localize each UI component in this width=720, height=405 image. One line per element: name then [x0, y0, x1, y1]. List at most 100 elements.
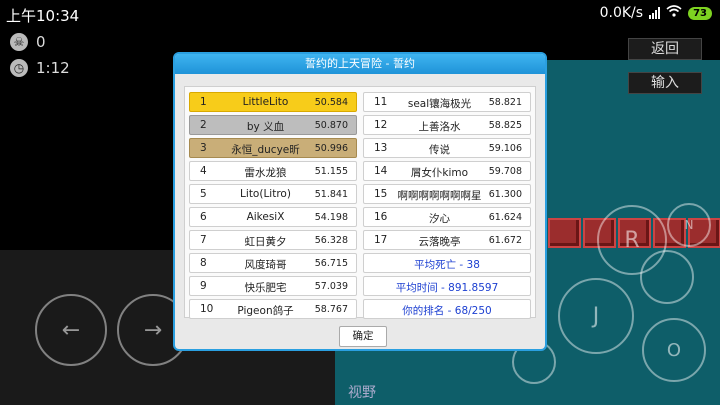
leaderboard-right-column: 11 seal镶海极光 58.821 12 上善洛水 58.825 13 传说 59.106… [363, 92, 531, 322]
rank: 17 [374, 234, 388, 246]
brick [548, 218, 581, 248]
leaderboard-row: 10 Pigeon鸽子 58.767 [189, 299, 357, 319]
player-time: 59.106 [488, 143, 522, 154]
player-name: 虹日黄夕 [244, 236, 287, 248]
status-right: 0.0K/s 73 [600, 5, 712, 21]
player-name: by 义血 [246, 121, 285, 133]
player-time: 57.039 [314, 281, 348, 292]
player-time: 61.672 [488, 235, 522, 246]
leaderboard-row: 3 永恒_ducye昕 50.996 [189, 138, 357, 158]
n-button[interactable]: N [667, 203, 711, 247]
player-name: seal镶海极光 [407, 98, 472, 110]
player-name: Lito(Litro) [240, 188, 291, 200]
your-rank: 你的排名 - 68/250 [363, 299, 531, 319]
player-name: 汐心 [429, 213, 450, 225]
move-left-button[interactable]: ← [35, 294, 107, 366]
battery-icon: 73 [688, 6, 712, 20]
rank: 11 [374, 96, 388, 108]
status-time: 上午10:34 [6, 7, 80, 25]
leaderboard-row: 17 云落晚亭 61.672 [363, 230, 531, 250]
player-name: AikesiX [246, 211, 285, 223]
player-time: 58.821 [488, 97, 522, 108]
player-name: 啊啊啊啊啊啊啊星 [397, 190, 482, 202]
average-time-text: 平均时间 - 891.8597 [395, 282, 499, 294]
rank: 10 [200, 303, 214, 315]
player-time: 61.624 [488, 212, 522, 223]
death-count: 0 [36, 33, 46, 51]
player-time: 61.300 [488, 189, 522, 200]
rank: 7 [200, 234, 207, 246]
rank: 4 [200, 165, 207, 177]
o-button[interactable]: O [642, 318, 706, 382]
leaderboard-left-column: 1 LittleLito 50.584 2 by 义血 50.870 3 永恒_ducye… [189, 92, 357, 322]
rank: 13 [374, 142, 388, 154]
timer: ◷ 1:12 [10, 59, 70, 77]
player-time: 51.155 [314, 166, 348, 177]
leaderboard-row: 9 快乐肥宅 57.039 [189, 276, 357, 296]
player-name: 雷水龙狼 [244, 167, 287, 179]
leaderboard-panel: 1 LittleLito 50.584 2 by 义血 50.870 3 永恒_ducye… [184, 86, 536, 319]
player-time: 50.996 [314, 143, 348, 154]
jump-button[interactable]: J [558, 278, 634, 354]
player-name: Pigeon鸽子 [237, 305, 294, 317]
extra-button[interactable] [640, 250, 694, 304]
rank: 8 [200, 257, 207, 269]
leaderboard-row: 14 屑女仆kimo 59.708 [363, 161, 531, 181]
leaderboard-row: 12 上善洛水 58.825 [363, 115, 531, 135]
leaderboard-row: 13 传说 59.106 [363, 138, 531, 158]
wifi-icon [666, 5, 682, 21]
clock-icon: ◷ [10, 59, 28, 77]
leaderboard-row: 4 雷水龙狼 51.155 [189, 161, 357, 181]
leaderboard-row: 1 LittleLito 50.584 [189, 92, 357, 112]
skull-icon: ☠ [10, 33, 28, 51]
rank: 12 [374, 119, 388, 131]
rank: 15 [374, 188, 388, 200]
input-button[interactable]: 输入 [628, 72, 702, 94]
view-label[interactable]: 视野 [348, 382, 376, 402]
leaderboard-row: 16 汐心 61.624 [363, 207, 531, 227]
player-time: 59.708 [488, 166, 522, 177]
leaderboard-row: 2 by 义血 50.870 [189, 115, 357, 135]
player-time: 56.715 [314, 258, 348, 269]
back-button[interactable]: 返回 [628, 38, 702, 60]
rank: 16 [374, 211, 388, 223]
player-name: 传说 [429, 144, 450, 156]
leaderboard-row: 6 AikesiX 54.198 [189, 207, 357, 227]
leaderboard-row: 7 虹日黄夕 56.328 [189, 230, 357, 250]
player-name: LittleLito [242, 96, 289, 108]
rank: 6 [200, 211, 207, 223]
player-name: 云落晚亭 [418, 236, 461, 248]
death-counter: ☠ 0 [10, 33, 46, 51]
player-time: 58.767 [314, 304, 348, 315]
rank: 1 [200, 96, 207, 108]
rank: 2 [200, 119, 207, 131]
leaderboard-dialog: 誓约的上天冒险 - 誓约 1 LittleLito 50.584 2 by 义血 50.… [173, 52, 547, 351]
signal-icon [649, 7, 661, 19]
confirm-button[interactable]: 确定 [339, 326, 387, 347]
player-name: 风度琦哥 [244, 259, 287, 271]
player-time: 50.584 [314, 97, 348, 108]
average-deaths: 平均死亡 - 38 [363, 253, 531, 273]
player-name: 快乐肥宅 [244, 282, 287, 294]
player-name: 上善洛水 [418, 121, 461, 133]
timer-value: 1:12 [36, 59, 70, 77]
rank: 3 [200, 142, 207, 154]
player-time: 58.825 [488, 120, 522, 131]
average-deaths-text: 平均死亡 - 38 [414, 259, 480, 271]
average-time: 平均时间 - 891.8597 [363, 276, 531, 296]
leaderboard-row: 15 啊啊啊啊啊啊啊星 61.300 [363, 184, 531, 204]
your-rank-text: 你的排名 - 68/250 [402, 305, 492, 317]
player-time: 51.841 [314, 189, 348, 200]
rank: 5 [200, 188, 207, 200]
rank: 9 [200, 280, 207, 292]
leaderboard-row: 5 Lito(Litro) 51.841 [189, 184, 357, 204]
player-name: 永恒_ducye昕 [231, 144, 300, 156]
dialog-title: 誓约的上天冒险 - 誓约 [175, 54, 545, 74]
player-time: 56.328 [314, 235, 348, 246]
player-time: 50.870 [314, 120, 348, 131]
leaderboard-row: 8 风度琦哥 56.715 [189, 253, 357, 273]
rank: 14 [374, 165, 388, 177]
net-speed: 0.0K/s [599, 5, 644, 21]
player-name: 屑女仆kimo [410, 167, 469, 179]
leaderboard-row: 11 seal镶海极光 58.821 [363, 92, 531, 112]
